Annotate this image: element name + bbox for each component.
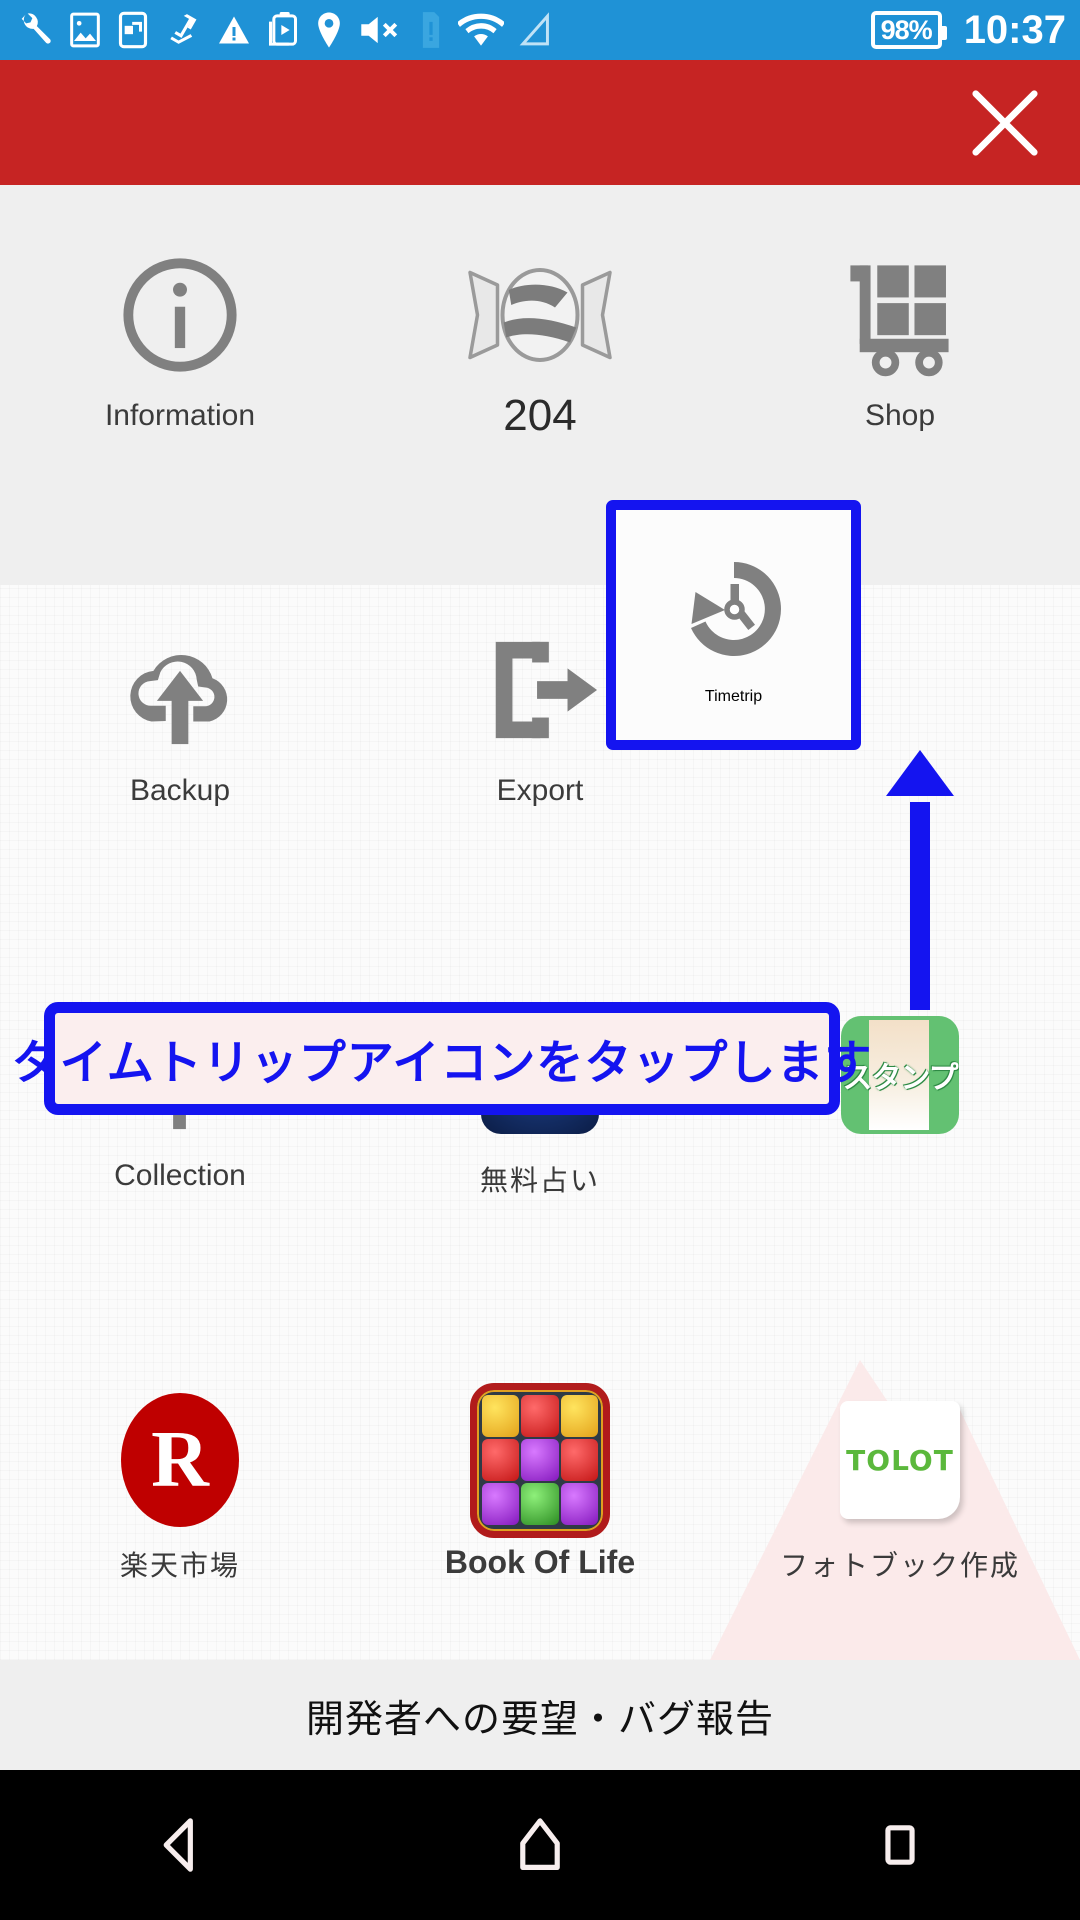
back-icon[interactable]: [0, 1770, 360, 1920]
cell-label: 204: [503, 391, 577, 440]
cell-candy-count[interactable]: 204: [360, 245, 720, 441]
gem: [521, 1438, 559, 1482]
callout-text: タイムトリップアイコンをタップします: [11, 1036, 873, 1091]
gem: [482, 1394, 520, 1437]
cell-label: Book Of Life: [444, 1544, 636, 1580]
cell-label: 楽天市場: [119, 1550, 240, 1581]
cell-label: Export: [496, 774, 584, 807]
cell-label: Information: [104, 399, 256, 432]
gem: [560, 1438, 598, 1482]
cell-timetrip[interactable]: Timetrip: [606, 500, 861, 750]
footer-bar[interactable]: 開発者への要望・バグ報告: [0, 1660, 1080, 1770]
volume-mute-icon: [358, 10, 404, 50]
clipboard-play-icon: [266, 10, 300, 50]
cell-rakuten[interactable]: R 楽天市場: [0, 1390, 360, 1584]
gem: [560, 1483, 598, 1526]
warning-triangle-icon: [216, 10, 252, 50]
tolot-app-icon: TOLOT: [840, 1390, 960, 1530]
signal-icon: [518, 10, 554, 50]
cell-backup[interactable]: Backup: [0, 620, 360, 808]
image-icon: [68, 10, 102, 50]
cell-label: Collection: [114, 1159, 246, 1192]
home-icon[interactable]: [360, 1770, 720, 1920]
wrench-icon: [14, 10, 54, 50]
timetrip-clock-icon: [669, 545, 799, 672]
gem: [521, 1394, 559, 1437]
shop-cart-icon: [838, 245, 962, 385]
callout-box: タイムトリップアイコンをタップします: [12, 1002, 871, 1115]
book-of-life-app-icon: [470, 1382, 610, 1538]
recents-icon[interactable]: [720, 1770, 1080, 1920]
cell-label: Shop: [864, 399, 936, 432]
screen-mirror-icon: [116, 10, 150, 50]
status-bar: 98% 10:37: [0, 0, 1080, 60]
rakuten-tile-text: R: [151, 1416, 209, 1504]
location-pin-icon: [314, 10, 344, 50]
gem: [560, 1394, 598, 1437]
close-icon[interactable]: [966, 84, 1044, 162]
information-icon: [118, 245, 242, 385]
gem: [521, 1483, 559, 1526]
row-apps2: R 楽天市場 Book Of Life TOLOT フォトブック作成: [0, 1382, 1080, 1584]
footer-label: 開発者への要望・バグ報告: [305, 1698, 774, 1741]
row-top: Information 204 Shop: [0, 245, 1080, 441]
red-header-bar: [0, 60, 1080, 185]
cell-information[interactable]: Information: [0, 245, 360, 441]
export-icon: [476, 620, 604, 760]
battery-percent-label: 98%: [880, 14, 933, 45]
gem: [482, 1483, 520, 1526]
cell-label: Timetrip: [704, 687, 763, 705]
callout-arrow-icon: [886, 750, 954, 1010]
wifi-icon: [458, 10, 504, 50]
cell-label: フォトブック作成: [779, 1550, 1020, 1581]
gem: [482, 1438, 520, 1482]
cell-label: Backup: [129, 774, 231, 807]
rakuten-app-icon: R: [121, 1390, 239, 1530]
cell-shop[interactable]: Shop: [720, 245, 1080, 441]
cell-tolot[interactable]: TOLOT フォトブック作成: [720, 1390, 1080, 1584]
cell-label: 無料占い: [479, 1165, 600, 1196]
battery-icon: 98%: [870, 11, 947, 49]
android-nav-bar: [0, 1770, 1080, 1920]
download-check-icon: [164, 10, 202, 50]
cell-book-of-life[interactable]: Book Of Life: [360, 1382, 720, 1584]
cloud-upload-icon: [116, 620, 244, 760]
sim-alert-icon: [418, 10, 444, 50]
tolot-tile-text: TOLOT: [846, 1443, 954, 1477]
candy-icon: [465, 245, 615, 385]
status-clock: 10:37: [963, 7, 1066, 52]
